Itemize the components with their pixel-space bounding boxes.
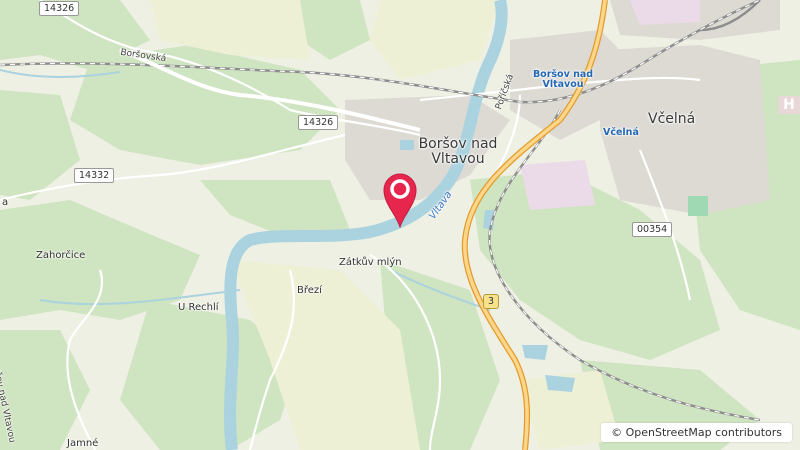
place-label-vcelna: Včelná [648, 111, 696, 127]
road-shield-14326-mid: 14326 [298, 115, 339, 130]
edge-label: a [2, 197, 9, 208]
place-label-jamne: Jamné [67, 438, 99, 449]
road-shield-00354: 00354 [632, 222, 673, 237]
road-shield-route-3: 3 [483, 294, 500, 309]
place-label-zatkuv-mlyn: Zátkův mlýn [339, 257, 402, 268]
station-label-borsov: Boršov nad Vltavou [532, 69, 594, 91]
place-label-borsov-town: Boršov nad Vltavou [418, 136, 498, 168]
road-shield-14332: 14332 [74, 168, 115, 183]
map-view[interactable]: Boršov nad Vltavou Včelná Zahorčice U Re… [0, 0, 800, 450]
station-label-vcelna: Včelná [603, 127, 639, 138]
hospital-icon: H [778, 96, 800, 114]
place-label-u-rechli: U Rechlí [178, 302, 219, 313]
map-attribution[interactable]: © OpenStreetMap contributors [601, 423, 792, 442]
road-shield-14326-top: 14326 [39, 1, 80, 16]
location-pin-icon[interactable] [382, 170, 418, 228]
place-label-brezi: Březí [297, 285, 322, 296]
place-label-zahorcice: Zahorčice [36, 250, 86, 261]
